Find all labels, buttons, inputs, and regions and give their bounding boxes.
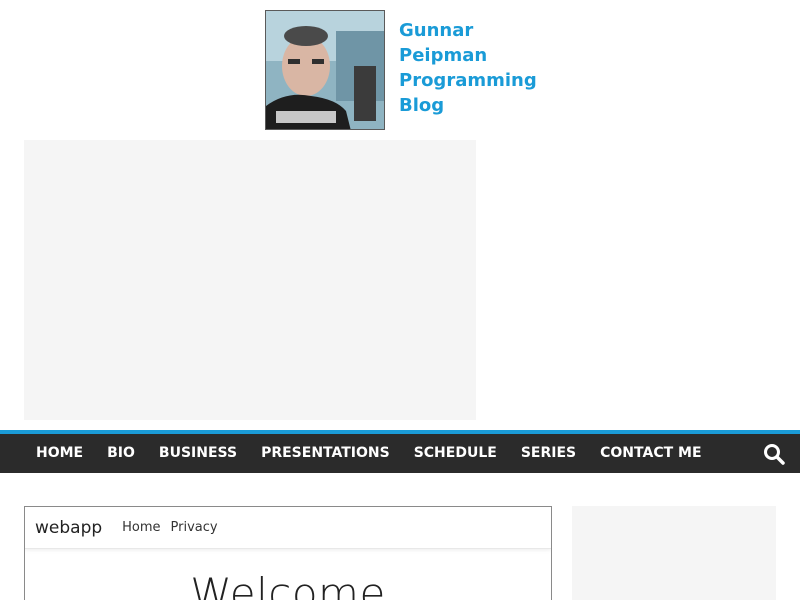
nav-item-bio[interactable]: BIO bbox=[95, 434, 147, 473]
screenshot-link-privacy: Privacy bbox=[170, 520, 218, 535]
sidebar-widget bbox=[572, 506, 776, 600]
main-navigation: HOME BIO BUSINESS PRESENTATIONS SCHEDULE… bbox=[0, 430, 800, 473]
search-icon bbox=[764, 444, 785, 465]
nav-item-series[interactable]: SERIES bbox=[509, 434, 588, 473]
nav-item-contact-me[interactable]: CONTACT ME bbox=[588, 434, 713, 473]
screenshot-welcome-heading: Welcome bbox=[190, 569, 386, 600]
site-title-link[interactable]: Gunnar Peipman Programming Blog bbox=[399, 18, 539, 118]
screenshot-brand: webapp bbox=[35, 517, 103, 538]
screenshot-navbar: webapp Home Privacy bbox=[25, 507, 551, 549]
article-screenshot: webapp Home Privacy Welcome bbox=[24, 506, 552, 600]
search-button[interactable] bbox=[762, 442, 786, 466]
nav-item-presentations[interactable]: PRESENTATIONS bbox=[249, 434, 402, 473]
author-photo bbox=[266, 11, 384, 129]
author-avatar[interactable] bbox=[265, 10, 385, 130]
nav-item-schedule[interactable]: SCHEDULE bbox=[402, 434, 509, 473]
site-header: Gunnar Peipman Programming Blog bbox=[0, 0, 800, 140]
screenshot-link-home: Home bbox=[122, 520, 161, 535]
ad-banner bbox=[24, 140, 476, 420]
nav-item-home[interactable]: HOME bbox=[24, 434, 95, 473]
nav-item-business[interactable]: BUSINESS bbox=[147, 434, 249, 473]
